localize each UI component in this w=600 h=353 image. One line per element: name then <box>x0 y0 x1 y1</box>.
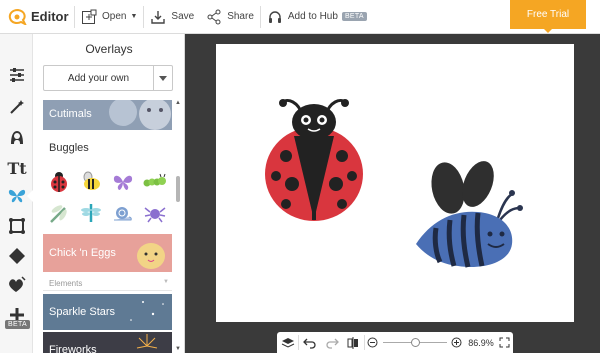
butterfly-icon[interactable] <box>107 168 139 196</box>
open-file-icon <box>82 9 97 24</box>
save-button[interactable]: Save <box>144 0 200 34</box>
app-title: Editor <box>31 9 69 24</box>
pack-name: Fireworks <box>49 344 97 353</box>
zoom-toolbar: 86.9% <box>277 332 513 353</box>
chick-thumbnail <box>137 243 165 269</box>
free-trial-button[interactable]: Free Trial <box>510 0 586 33</box>
pack-name: Buggles <box>49 142 89 154</box>
pack-name: Sparkle Stars <box>49 306 116 318</box>
add-your-own-button[interactable]: Add your own <box>43 65 173 91</box>
zoom-out-icon[interactable] <box>365 332 381 353</box>
bee-overlay[interactable] <box>414 148 536 270</box>
chevron-down-icon: ▼ <box>163 279 169 285</box>
scroll-down-icon[interactable]: ▼ <box>175 346 181 352</box>
layers-icon[interactable] <box>277 332 298 353</box>
bee-icon[interactable] <box>75 168 107 196</box>
beta-badge: BETA <box>341 12 367 21</box>
top-toolbar: Editor Open ▼ Save Share Add to Hub BETA… <box>0 0 600 34</box>
workspace: 86.9% <box>185 34 600 353</box>
spider-icon[interactable] <box>139 199 171 227</box>
pack-name: Cutimals <box>49 108 92 120</box>
beta-badge: BETA <box>5 320 30 329</box>
pack-card-cutimals[interactable]: Cutimals <box>43 100 172 130</box>
buggles-grid <box>43 168 172 227</box>
heart-icon[interactable] <box>6 274 28 296</box>
text-icon[interactable]: Tt <box>6 157 28 179</box>
panel-scrollbar[interactable]: ▲ ▼ <box>175 100 181 353</box>
fullscreen-icon[interactable] <box>496 332 514 353</box>
hub-icon <box>268 10 281 23</box>
pack-name: Chick 'n Eggs <box>49 247 116 259</box>
snail-icon[interactable] <box>107 199 139 227</box>
magic-wand-icon[interactable] <box>6 96 28 118</box>
pack-card-fireworks[interactable]: Fireworks <box>43 332 172 353</box>
redo-icon[interactable] <box>321 332 342 353</box>
share-button[interactable]: Share <box>200 0 260 34</box>
ladybug-icon[interactable] <box>43 168 75 196</box>
share-icon <box>207 9 221 24</box>
logo-icon <box>8 8 27 25</box>
share-label: Share <box>227 11 254 22</box>
compare-icon[interactable] <box>342 332 363 353</box>
chevron-down-icon: ▼ <box>130 13 138 20</box>
frame-icon[interactable] <box>6 215 28 237</box>
chevron-down-icon[interactable] <box>154 66 172 90</box>
category-label: Elements <box>49 279 83 288</box>
zoom-in-icon[interactable] <box>449 332 465 353</box>
pack-card-chick-n-eggs[interactable]: Chick 'n Eggs <box>43 234 172 272</box>
add-your-own-label: Add your own <box>44 66 154 90</box>
undo-icon[interactable] <box>299 332 320 353</box>
ladybug-overlay[interactable] <box>264 92 368 222</box>
texture-icon[interactable] <box>6 245 28 267</box>
caterpillar-icon[interactable] <box>139 168 171 196</box>
zoom-percent: 86.9% <box>468 337 494 348</box>
add-to-hub-button[interactable]: Add to Hub BETA <box>261 0 373 34</box>
open-label: Open <box>102 11 127 22</box>
tool-rail: Tt BETA <box>0 34 34 353</box>
scroll-up-icon[interactable]: ▲ <box>175 100 181 106</box>
overlay-pack-list: Cutimals Buggles Chick 'n Eggs Elements … <box>43 100 172 353</box>
dragonfly-blue-icon[interactable] <box>75 199 107 227</box>
pack-card-buggles[interactable]: Buggles <box>43 130 172 168</box>
zoom-knob[interactable] <box>410 338 420 347</box>
face-icon[interactable] <box>6 126 28 148</box>
divider <box>43 290 172 291</box>
fireworks-thumbnail <box>136 334 158 349</box>
dragonfly-icon[interactable] <box>43 199 75 227</box>
scroll-thumb[interactable] <box>176 176 180 202</box>
save-label: Save <box>171 11 195 22</box>
design-canvas[interactable] <box>216 44 574 322</box>
pack-card-sparkle-stars[interactable]: Sparkle Stars <box>43 294 172 330</box>
overlays-panel: Overlays Add your own Cutimals Buggles C… <box>33 34 185 353</box>
sliders-icon[interactable] <box>6 64 28 86</box>
zoom-slider[interactable] <box>383 332 448 353</box>
save-icon <box>151 10 166 24</box>
cutimals-thumbnail <box>109 100 171 130</box>
butterfly-icon[interactable] <box>6 185 34 207</box>
hub-label: Add to Hub <box>287 11 338 22</box>
panel-title: Overlays <box>85 42 133 56</box>
app-logo[interactable]: Editor <box>8 8 74 25</box>
open-button[interactable]: Open ▼ <box>75 0 143 34</box>
